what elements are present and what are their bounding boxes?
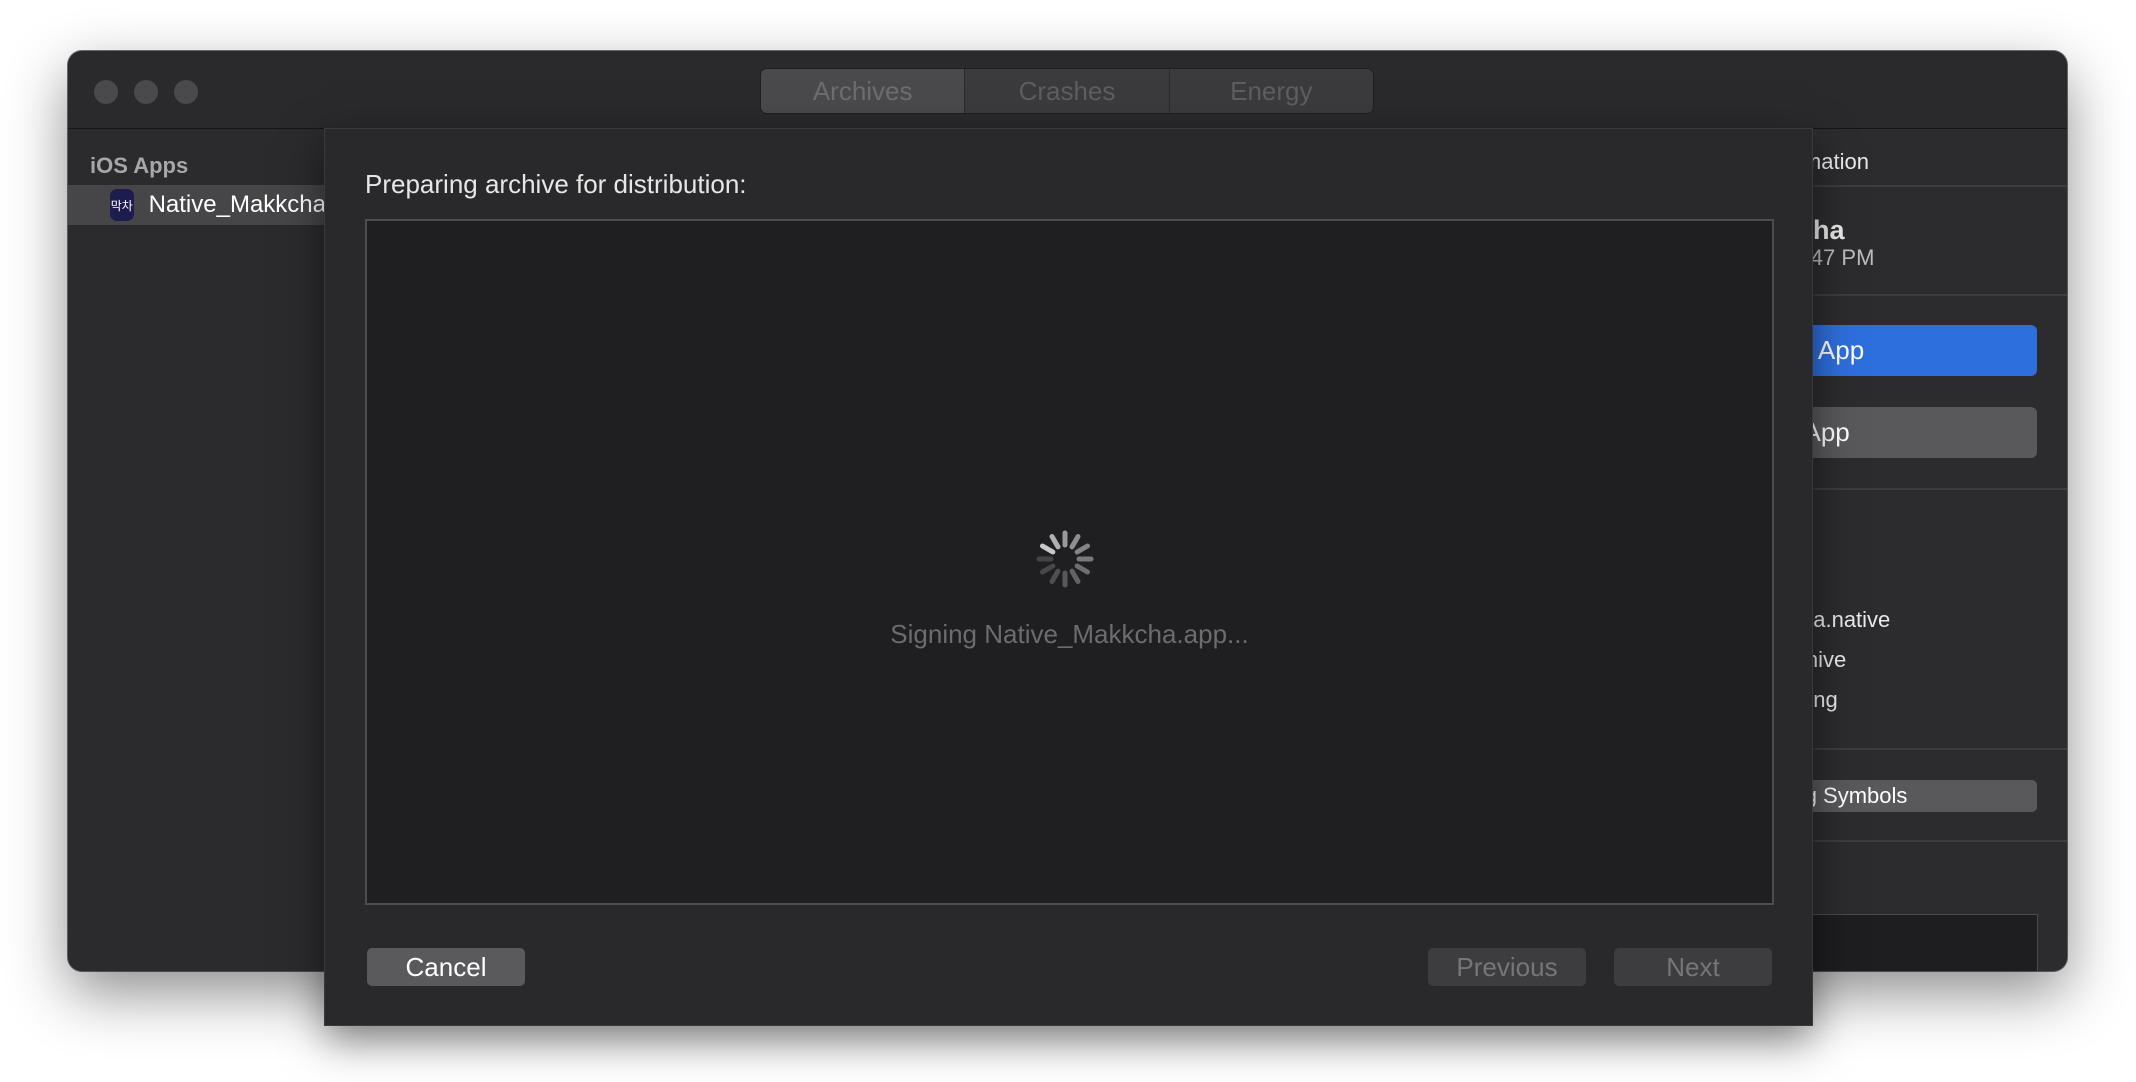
sidebar: iOS Apps 막차 Native_Makkcha [68, 129, 326, 971]
organizer-tabs: Archives Crashes Energy [760, 68, 1374, 114]
previous-button[interactable]: Previous [1428, 948, 1586, 986]
minimize-window-button[interactable] [134, 80, 158, 104]
tab-crashes[interactable]: Crashes [965, 69, 1170, 113]
distribution-sheet: Preparing archive for distribution: Sign… [324, 128, 1813, 1026]
cancel-button[interactable]: Cancel [367, 948, 525, 986]
sidebar-section-header: iOS Apps [90, 153, 189, 178]
title-bar: Archives Crashes Energy [68, 51, 2067, 129]
status-text: Signing Native_Makkcha.app... [890, 619, 1249, 649]
progress-panel: Signing Native_Makkcha.app... [365, 219, 1774, 905]
tab-energy[interactable]: Energy [1170, 69, 1373, 113]
spinner-icon [1036, 530, 1094, 588]
sidebar-item-native-makkcha[interactable]: 막차 Native_Makkcha [68, 185, 326, 225]
app-icon: 막차 [110, 189, 134, 221]
close-window-button[interactable] [94, 80, 118, 104]
sheet-title: Preparing archive for distribution: [365, 169, 747, 199]
next-button[interactable]: Next [1614, 948, 1772, 986]
tab-archives[interactable]: Archives [761, 69, 966, 113]
sidebar-item-label: Native_Makkcha [148, 191, 326, 218]
zoom-window-button[interactable] [174, 80, 198, 104]
